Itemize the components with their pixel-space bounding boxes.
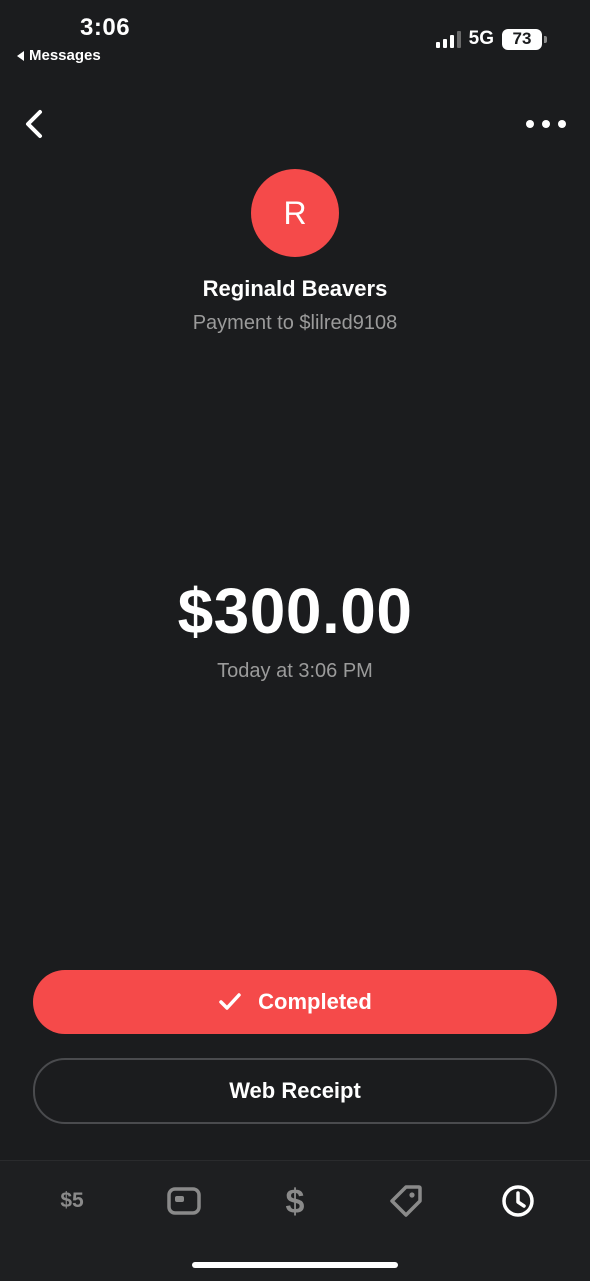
screen: 3:06 Messages 5G 73 R Reginald Beavers P…: [0, 0, 590, 1281]
tag-icon: [390, 1185, 422, 1217]
tab-money[interactable]: $5: [48, 1181, 96, 1221]
recipient-name: Reginald Beavers: [202, 276, 388, 301]
status-time: 3:06: [80, 14, 131, 41]
recipient-avatar[interactable]: R: [251, 169, 339, 257]
chevron-left-icon: [26, 110, 42, 138]
home-indicator[interactable]: [192, 1262, 398, 1268]
completed-label: Completed: [258, 989, 372, 1014]
checkmark-icon: [219, 993, 241, 1010]
payment-timestamp: Today at 3:06 PM: [217, 660, 373, 682]
more-dot-icon: [526, 120, 534, 128]
tab-card[interactable]: [160, 1181, 208, 1221]
dollar-icon: $: [286, 1183, 305, 1220]
web-receipt-label: Web Receipt: [229, 1078, 361, 1103]
more-options-button[interactable]: [526, 112, 566, 136]
back-app-label: Messages: [29, 47, 101, 64]
completed-button[interactable]: Completed: [33, 970, 557, 1034]
clock-icon: [502, 1185, 534, 1217]
tab-payments[interactable]: $: [271, 1181, 319, 1221]
money-icon: $5: [60, 1189, 84, 1212]
more-dot-icon: [542, 120, 550, 128]
battery-level: 73: [512, 29, 532, 48]
network-label: 5G: [468, 28, 494, 49]
signal-icon: [435, 30, 461, 48]
payment-amount: $300.00: [177, 575, 413, 647]
battery-icon: 73: [502, 28, 547, 50]
back-button[interactable]: [18, 106, 52, 142]
back-triangle-icon: [17, 50, 24, 61]
web-receipt-button[interactable]: Web Receipt: [33, 1058, 557, 1124]
back-to-messages-link[interactable]: Messages: [17, 47, 101, 64]
avatar-initial: R: [283, 194, 307, 231]
tab-offers[interactable]: [382, 1181, 430, 1221]
tab-activity[interactable]: [494, 1181, 542, 1221]
status-indicators: 5G 73: [435, 28, 547, 50]
more-dot-icon: [558, 120, 566, 128]
payment-subtitle: Payment to $lilred9108: [192, 312, 398, 334]
card-icon: [167, 1187, 201, 1215]
svg-text:$: $: [286, 1183, 305, 1220]
